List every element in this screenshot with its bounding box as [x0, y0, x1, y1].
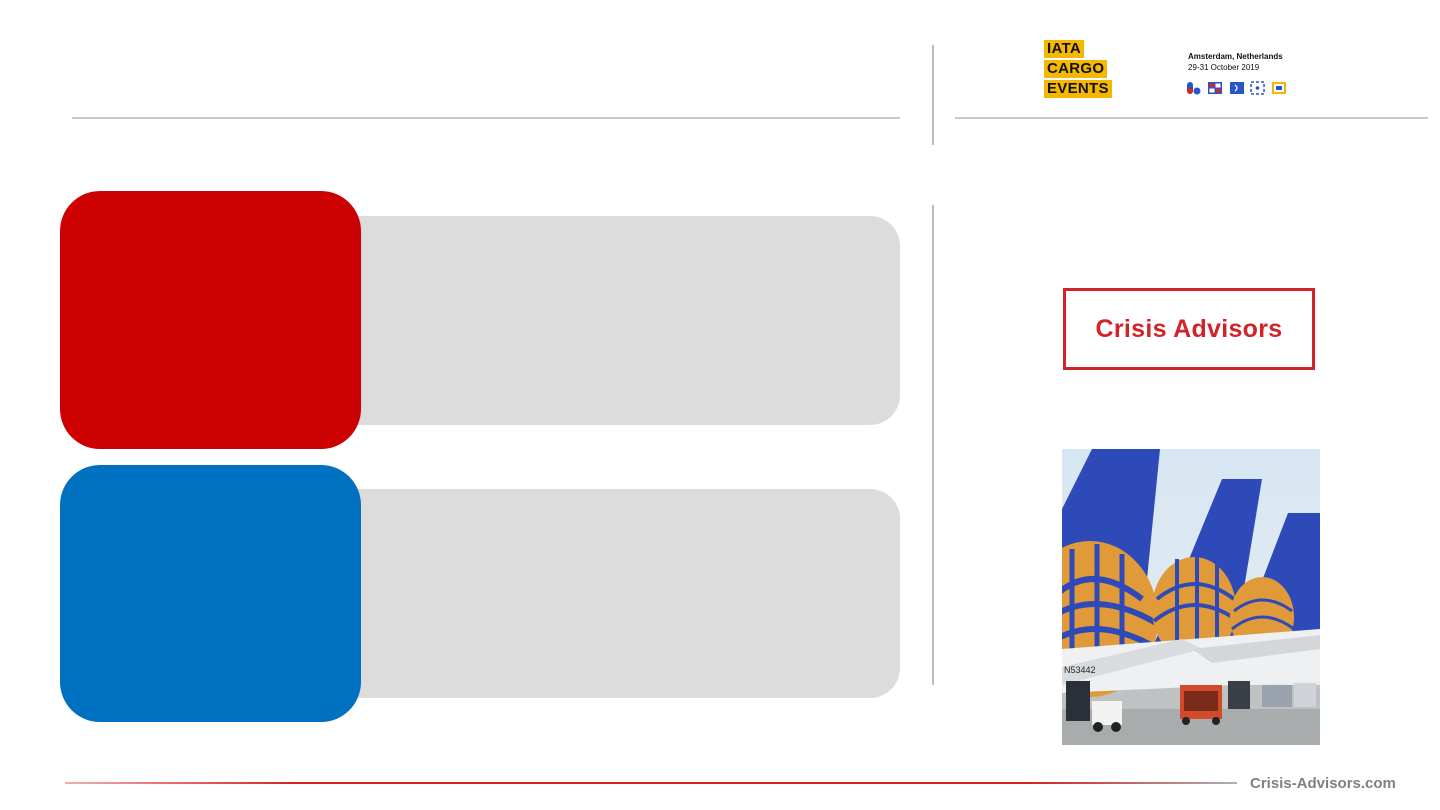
footer-rule [65, 782, 1237, 784]
event-location: Amsterdam, Netherlands [1188, 52, 1283, 61]
iata-word-3: EVENTS [1044, 80, 1112, 98]
scan-icon [1250, 81, 1265, 95]
event-category-icons [1187, 81, 1286, 95]
header-vertical-divider [932, 45, 934, 145]
screen-icon [1272, 82, 1286, 94]
content-vertical-divider [932, 205, 934, 685]
red-tile [60, 191, 361, 449]
content-bar-1 [340, 216, 900, 425]
iata-cargo-events-logo: IATA CARGO EVENTS Amsterdam, Netherlands… [1024, 36, 1358, 110]
header-divider-right [955, 117, 1428, 119]
crisis-advisors-logo-text: Crisis Advisors [1095, 314, 1283, 343]
crisis-advisors-logo: Crisis Advisors [1063, 288, 1315, 370]
airplane-tails-photo: N53442 [1062, 449, 1320, 745]
header-divider-left [72, 117, 900, 119]
content-bar-2 [340, 489, 900, 698]
iata-word-2: CARGO [1044, 60, 1108, 78]
iata-word-1: IATA [1044, 40, 1084, 58]
footer-website: Crisis-Advisors.com [1250, 775, 1396, 792]
iata-wordmark: IATA CARGO EVENTS [1044, 40, 1112, 100]
event-dates: 29-31 October 2019 [1188, 63, 1260, 72]
dangerous-goods-icon [1208, 82, 1222, 94]
live-animals-icon [1230, 82, 1244, 94]
blue-tile [60, 465, 361, 722]
tail-number: N53442 [1064, 665, 1096, 675]
pill-icon [1187, 82, 1201, 95]
airplane-tails-illustration: N53442 [1062, 449, 1320, 745]
